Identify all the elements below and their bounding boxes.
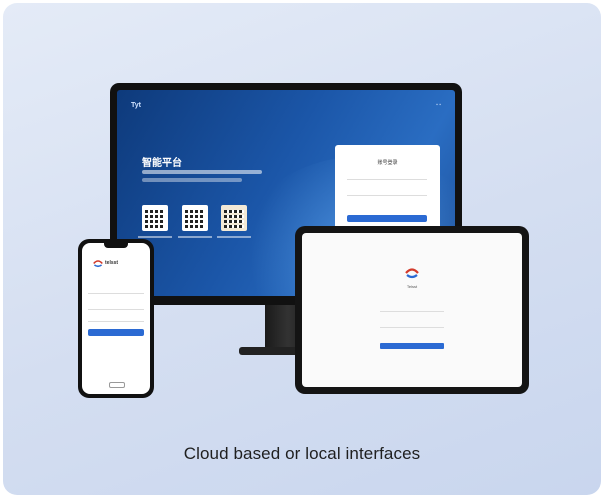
phone-screen: telsst [82,243,150,394]
qr-label [178,236,212,238]
monitor-nav: ▪ ▪ [436,102,441,108]
tablet-device: Telsst [295,226,529,394]
qr-label [138,236,172,238]
phone-notch [104,243,128,248]
login-button[interactable] [347,215,427,222]
brand-logo-icon [405,268,419,279]
login-button[interactable] [380,343,444,349]
monitor-title: 智能平台 [142,158,182,169]
phone-brand: telsst [105,260,119,266]
monitor-brand: Tyt [131,102,141,109]
remember-option[interactable] [88,321,144,322]
footer-link[interactable] [109,382,125,388]
username-field[interactable] [380,311,444,312]
monitor-subtitle-line [142,170,262,174]
feature-card: Tyt ▪ ▪ 智能平台 账号登录 Telsst telsst Cloud ba… [3,3,601,495]
caption: Cloud based or local interfaces [183,444,421,463]
username-field[interactable] [347,179,427,180]
qr-code-icon [142,205,168,231]
tablet-screen: Telsst [302,233,522,387]
password-field[interactable] [380,327,444,328]
monitor-subtitle-line [142,178,242,182]
qr-code-icon [182,205,208,231]
login-button[interactable] [88,329,144,336]
phone-device: telsst [78,239,154,398]
password-field[interactable] [347,195,427,196]
qr-label [217,236,251,238]
brand-logo-icon [93,260,103,268]
tablet-brand: Telsst [406,284,418,289]
login-title: 账号登录 [377,160,398,166]
password-field[interactable] [88,309,144,310]
app-badge-icon [221,205,247,231]
username-field[interactable] [88,293,144,294]
